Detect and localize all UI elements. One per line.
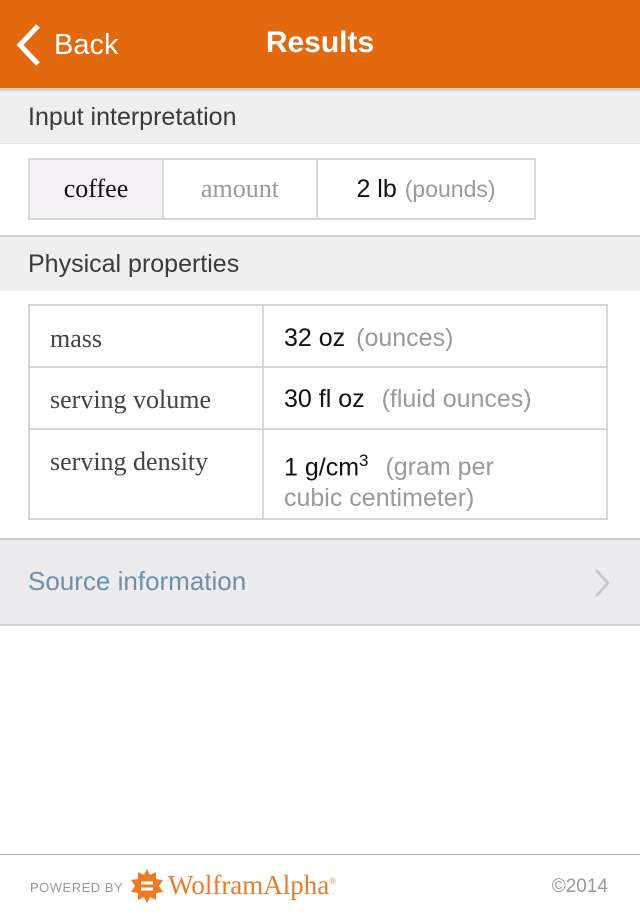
powered-by-label: POWERED BY — [30, 880, 124, 895]
value-superscript: 3 — [359, 451, 369, 470]
table-row: serving volume 30 fl oz (fluid ounces) — [28, 366, 608, 430]
cell-text: coffee — [63, 174, 129, 203]
source-information-label: Source information — [28, 566, 247, 596]
property-label: mass — [28, 304, 264, 368]
table-row: serving density 1 g/cm3 (gram per cubic … — [28, 428, 608, 520]
navigation-bar: Back Results — [0, 0, 640, 88]
input-cell-property: amount — [162, 160, 316, 218]
copyright-text: ©2014 — [551, 876, 608, 897]
table-row: mass 32 oz (ounces) — [28, 304, 608, 368]
divider — [0, 624, 640, 626]
chevron-right-icon — [595, 569, 610, 597]
unit-text: (fluid ounces) — [381, 385, 532, 413]
divider — [0, 143, 640, 144]
property-label: serving density — [28, 428, 264, 520]
section-title: Input interpretation — [28, 103, 237, 131]
page-title: Results — [265, 26, 375, 59]
input-cell-food: coffee — [30, 160, 162, 218]
unit-text: (gram per — [385, 453, 494, 482]
trademark: ® — [329, 876, 337, 886]
section-header-input-interpretation: Input interpretation — [0, 91, 640, 143]
brand-name: WolframAlpha — [168, 870, 330, 900]
unit-text: (ounces) — [356, 324, 454, 352]
property-value: 32 oz (ounces) — [262, 304, 608, 368]
value-text: 30 fl oz — [284, 385, 365, 413]
wolframalpha-logo-text: WolframAlpha® — [168, 870, 336, 901]
input-interpretation-table: coffee amount 2 lb (pounds) — [28, 158, 536, 220]
section-header-physical-properties: Physical properties — [0, 237, 640, 291]
input-cell-amount: 2 lb (pounds) — [316, 160, 534, 218]
physical-properties-table: mass 32 oz (ounces) serving volume 30 fl… — [28, 304, 608, 520]
cell-text: amount — [201, 174, 279, 203]
property-value: 1 g/cm3 (gram per cubic centimeter) — [262, 428, 608, 520]
source-information-row[interactable]: Source information — [0, 540, 640, 624]
amount-unit: (pounds) — [404, 175, 496, 202]
property-value: 30 fl oz (fluid ounces) — [262, 366, 608, 430]
footer-divider — [0, 854, 640, 855]
section-title: Physical properties — [28, 250, 240, 278]
value-text: 1 g/cm — [284, 453, 360, 482]
wolframalpha-logo-icon — [131, 869, 163, 903]
property-label: serving volume — [28, 366, 264, 430]
value-text: 32 oz — [284, 324, 346, 352]
amount-value: 2 lb — [356, 174, 397, 203]
unit-text-line2: cubic centimeter) — [284, 484, 475, 513]
